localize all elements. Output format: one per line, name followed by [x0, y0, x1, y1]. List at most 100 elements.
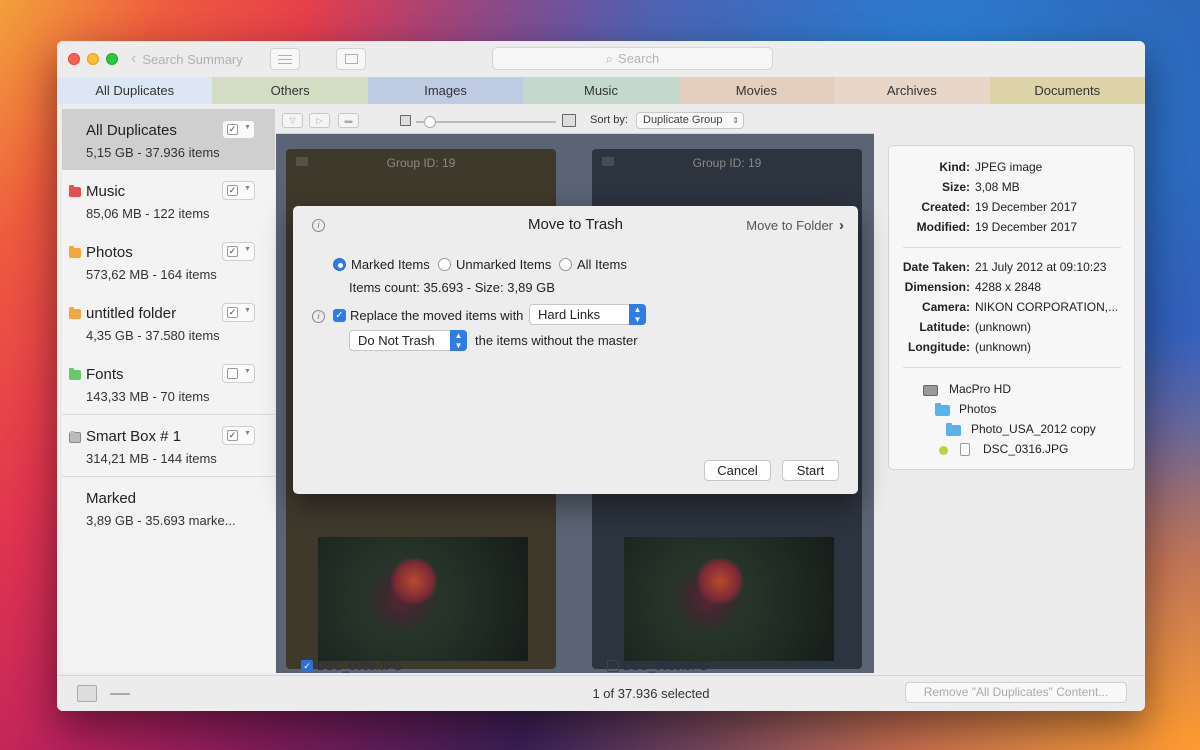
sidebar-item-label: Marked: [86, 490, 137, 507]
sidebar-item-checkbox[interactable]: ✓ ▼: [222, 120, 255, 139]
info-longitude: (unknown): [975, 340, 1032, 354]
info-modified: 19 December 2017: [975, 220, 1078, 234]
move-to-folder-link[interactable]: Move to Folder ›: [746, 217, 844, 234]
info-kind: JPEG image: [975, 160, 1043, 174]
radio-marked-items[interactable]: Marked Items: [333, 257, 430, 272]
sidebar-item-all-duplicates[interactable]: All Duplicates 5,15 GB - 37.936 items ✓ ▼: [62, 109, 275, 170]
list-view-button[interactable]: [270, 48, 300, 70]
up-down-arrows-icon: ▲ ▼: [629, 304, 646, 325]
info-label: Size:: [941, 180, 970, 194]
grid-toggle-button[interactable]: ▬: [338, 113, 359, 128]
replace-with-value: Hard Links: [538, 307, 601, 322]
up-down-arrows-icon: ⇕: [732, 116, 739, 125]
folder-icon: [69, 246, 81, 258]
replace-with-popup[interactable]: Hard Links ▲ ▼: [529, 304, 646, 325]
play-button[interactable]: ▷: [309, 113, 330, 128]
info-label: Modified:: [916, 220, 970, 234]
sidebar-item-size: 143,33 MB - 70 items: [86, 389, 210, 404]
sidebar-item-fonts[interactable]: Fonts 143,33 MB - 70 items ▼: [62, 353, 275, 414]
sort-by-value: Duplicate Group: [643, 114, 723, 126]
tab-music[interactable]: Music: [523, 77, 679, 104]
info-dimension: 4288 x 2848: [975, 280, 1042, 294]
radio-unmarked-items[interactable]: Unmarked Items: [438, 257, 551, 272]
cancel-button[interactable]: Cancel: [704, 460, 771, 481]
remove-content-button[interactable]: Remove "All Duplicates" Content...: [905, 682, 1127, 703]
info-latitude: (unknown): [975, 320, 1032, 334]
tab-documents[interactable]: Documents: [989, 77, 1145, 104]
sidebar-item-label: Fonts: [86, 366, 124, 383]
close-window-button[interactable]: [68, 53, 80, 65]
sidebar-item-smart-box[interactable]: Smart Box # 1 314,21 MB - 144 items ✓ ▼: [62, 415, 275, 476]
sidebar-item-photos[interactable]: Photos 573,62 MB - 164 items ✓ ▼: [62, 231, 275, 292]
file-checkbox[interactable]: ✓: [301, 660, 313, 672]
info-camera: NIKON CORPORATION,...: [975, 300, 1119, 314]
sidebar-item-untitled-folder[interactable]: untitled folder 4,35 GB - 37.580 items ✓…: [62, 292, 275, 353]
photo-thumbnail: [318, 537, 528, 661]
back-button-label: Search Summary: [142, 51, 243, 67]
path-item[interactable]: Photos: [959, 402, 996, 416]
start-button[interactable]: Start: [782, 460, 839, 481]
tab-all-duplicates[interactable]: All Duplicates: [57, 77, 213, 104]
replace-checkbox[interactable]: ✓: [333, 309, 346, 322]
chevron-down-icon: ▼: [244, 368, 251, 375]
minimize-window-button[interactable]: [87, 53, 99, 65]
search-field[interactable]: ⌕ Search: [492, 47, 773, 70]
photo-thumbnail: [624, 537, 834, 661]
sidebar-item-size: 4,35 GB - 37.580 items: [86, 328, 220, 343]
path-item[interactable]: MacPro HD: [949, 382, 1011, 396]
path-item[interactable]: Photo_USA_2012 copy: [971, 422, 1096, 436]
sort-by-select[interactable]: Duplicate Group ⇕: [636, 112, 744, 129]
tab-others[interactable]: Others: [212, 77, 368, 104]
sidebar-item-checkbox[interactable]: ✓ ▼: [222, 426, 255, 445]
chevron-down-icon: ▼: [244, 185, 251, 192]
sidebar-item-label: Smart Box # 1: [86, 428, 182, 445]
chevron-down-icon: ▼: [244, 307, 251, 314]
sidebar-item-marked[interactable]: Marked 3,89 GB - 35.693 marke...: [62, 477, 275, 538]
sidebar-item-label: All Duplicates: [86, 122, 177, 139]
info-icon[interactable]: i: [312, 310, 325, 323]
status-dot: [939, 446, 948, 455]
checkmark-icon: ✓: [227, 185, 238, 196]
checkmark-icon: ✓: [227, 307, 238, 318]
checkbox-empty: [227, 368, 238, 379]
preview-pane-button[interactable]: [336, 48, 366, 70]
radio-all-items[interactable]: All Items: [559, 257, 627, 272]
sidebar-item-checkbox[interactable]: ▼: [222, 364, 255, 383]
folder-icon: [69, 368, 81, 380]
checkmark-icon: ✓: [227, 430, 238, 441]
file-checkbox[interactable]: [607, 660, 619, 672]
radio-label: Unmarked Items: [456, 257, 552, 272]
radio-label: Marked Items: [351, 257, 430, 272]
chevron-left-icon: ‹: [131, 50, 137, 67]
info-label: Latitude:: [919, 320, 970, 334]
trash-option-popup[interactable]: Do Not Trash ▲ ▼: [349, 330, 467, 351]
sidebar: All Duplicates 5,15 GB - 37.936 items ✓ ▼…: [62, 109, 275, 673]
trash-option-suffix: the items without the master: [475, 333, 638, 348]
path-item[interactable]: DSC_0316.JPG: [983, 442, 1068, 456]
info-created: 19 December 2017: [975, 200, 1078, 214]
info-label: Longitude:: [908, 340, 970, 354]
tab-movies[interactable]: Movies: [678, 77, 835, 104]
info-panel: Kind: JPEG image Size: 3,08 MB Created: 19 …: [888, 145, 1135, 470]
thumbnail-size-slider[interactable]: [416, 121, 556, 123]
info-divider: [903, 247, 1121, 248]
group-id: Group ID: 19: [386, 156, 456, 170]
hard-drive-icon: [923, 385, 938, 396]
tab-images[interactable]: Images: [367, 77, 524, 104]
sidebar-item-music[interactable]: Music 85,06 MB - 122 items ✓ ▼: [62, 170, 275, 231]
info-date-taken: 21 July 2012 at 09:10:23: [975, 260, 1107, 274]
folder-icon: [69, 307, 81, 319]
filter-button[interactable]: ▽: [282, 113, 303, 128]
sidebar-item-checkbox[interactable]: ✓ ▼: [222, 181, 255, 200]
trash-option-value: Do Not Trash: [358, 333, 435, 348]
zoom-window-button[interactable]: [106, 53, 118, 65]
sidebar-item-checkbox[interactable]: ✓ ▼: [222, 303, 255, 322]
tab-archives[interactable]: Archives: [834, 77, 990, 104]
search-icon: ⌕: [605, 50, 614, 66]
pane-icon: [345, 54, 358, 64]
slider-knob[interactable]: [424, 116, 436, 128]
move-to-folder-label: Move to Folder: [746, 218, 833, 233]
info-divider: [903, 367, 1121, 368]
back-button[interactable]: ‹ Search Summary: [131, 50, 243, 68]
sidebar-item-checkbox[interactable]: ✓ ▼: [222, 242, 255, 261]
